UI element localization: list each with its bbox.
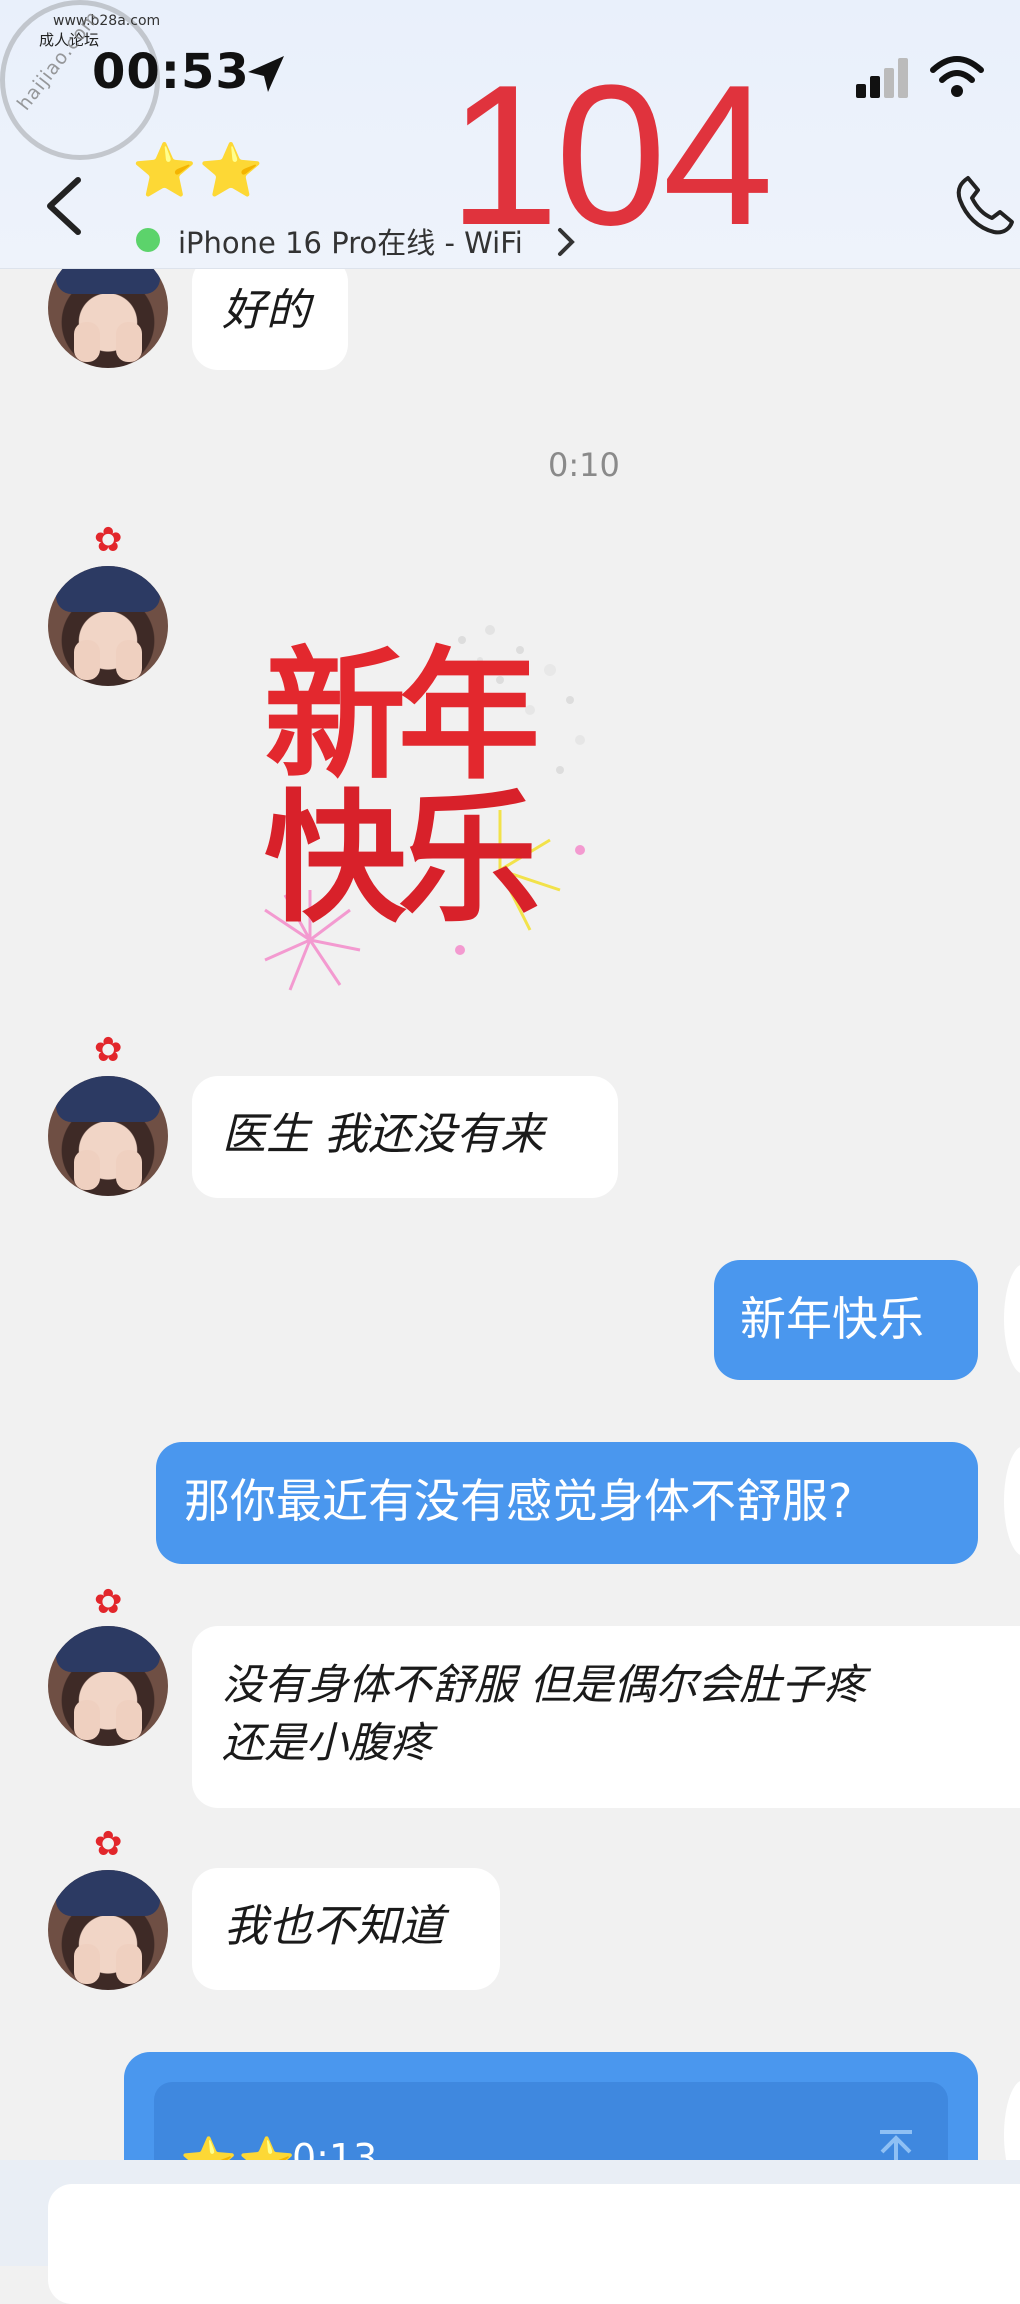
cellular-signal-icon xyxy=(856,58,908,98)
beret-shape xyxy=(56,1626,160,1672)
hand-shape xyxy=(74,322,100,362)
incoming-message[interactable]: 好的 xyxy=(192,256,348,370)
contact-avatar[interactable] xyxy=(48,1626,168,1746)
status-time: 00:53 xyxy=(92,44,250,100)
message-input[interactable] xyxy=(48,2184,1020,2304)
incoming-message[interactable]: 没有身体不舒服 但是偶尔会肚子疼 还是小腹疼 xyxy=(192,1626,1020,1808)
flower-icon: ✿ xyxy=(94,1030,123,1070)
hand-shape xyxy=(116,1944,142,1984)
sticker-text-line1: 新年 xyxy=(264,634,536,799)
outgoing-message[interactable]: 新年快乐 xyxy=(714,1260,978,1380)
contact-avatar[interactable] xyxy=(48,566,168,686)
beret-shape xyxy=(56,566,160,612)
star-emoji: ⭐⭐ xyxy=(132,141,266,201)
hand-shape xyxy=(74,1150,100,1190)
hand-shape xyxy=(74,1700,100,1740)
hand-shape xyxy=(116,322,142,362)
back-chevron-icon[interactable] xyxy=(44,176,84,236)
beret-shape xyxy=(56,1870,160,1916)
flower-icon: ✿ xyxy=(94,1824,123,1864)
flower-icon: ✿ xyxy=(94,1582,123,1622)
message-timestamp: 0:10 xyxy=(548,446,620,484)
hand-shape xyxy=(116,640,142,680)
device-status[interactable]: iPhone 16 Pro在线 - WiFi xyxy=(178,220,523,262)
contact-avatar[interactable] xyxy=(48,1076,168,1196)
sticker-text-line2: 快乐 xyxy=(264,777,538,942)
beret-shape xyxy=(56,1076,160,1122)
watermark-site: www.b28a.com xyxy=(53,13,161,29)
hand-shape xyxy=(74,640,100,680)
incoming-message[interactable]: 医生 我还没有来 xyxy=(192,1076,618,1198)
new-year-sticker[interactable]: 新年 快乐 xyxy=(250,600,610,1000)
chevron-right-icon[interactable] xyxy=(556,226,576,258)
hand-shape xyxy=(116,1150,142,1190)
online-status-dot xyxy=(136,228,160,252)
hand-shape xyxy=(74,1944,100,1984)
flower-icon: ✿ xyxy=(94,520,123,560)
chat-area: 好的 0:10 ✿ 新年 快乐 ✿ 医生 我还没有来 新年快乐 那你最近有没有感… xyxy=(0,0,1020,2282)
own-avatar-edge xyxy=(1004,1264,1020,1374)
phone-call-icon[interactable] xyxy=(952,174,1016,238)
wifi-icon xyxy=(930,56,984,97)
contact-avatar[interactable] xyxy=(48,1870,168,1990)
location-arrow-icon xyxy=(248,56,284,92)
outgoing-message[interactable]: 那你最近有没有感觉身体不舒服? xyxy=(156,1442,978,1564)
hand-shape xyxy=(116,1700,142,1740)
incoming-message[interactable]: 我也不知道 xyxy=(192,1868,500,1990)
message-line: 没有身体不舒服 但是偶尔会肚子疼 xyxy=(222,1660,866,1709)
message-line: 还是小腹疼 xyxy=(222,1718,433,1767)
own-avatar-edge xyxy=(1004,1446,1020,1556)
chat-header: www.b28a.com 成人论坛 haijiao.com 00:53 ⭐⭐ 1… xyxy=(0,0,1020,269)
input-bar xyxy=(0,2160,1020,2304)
